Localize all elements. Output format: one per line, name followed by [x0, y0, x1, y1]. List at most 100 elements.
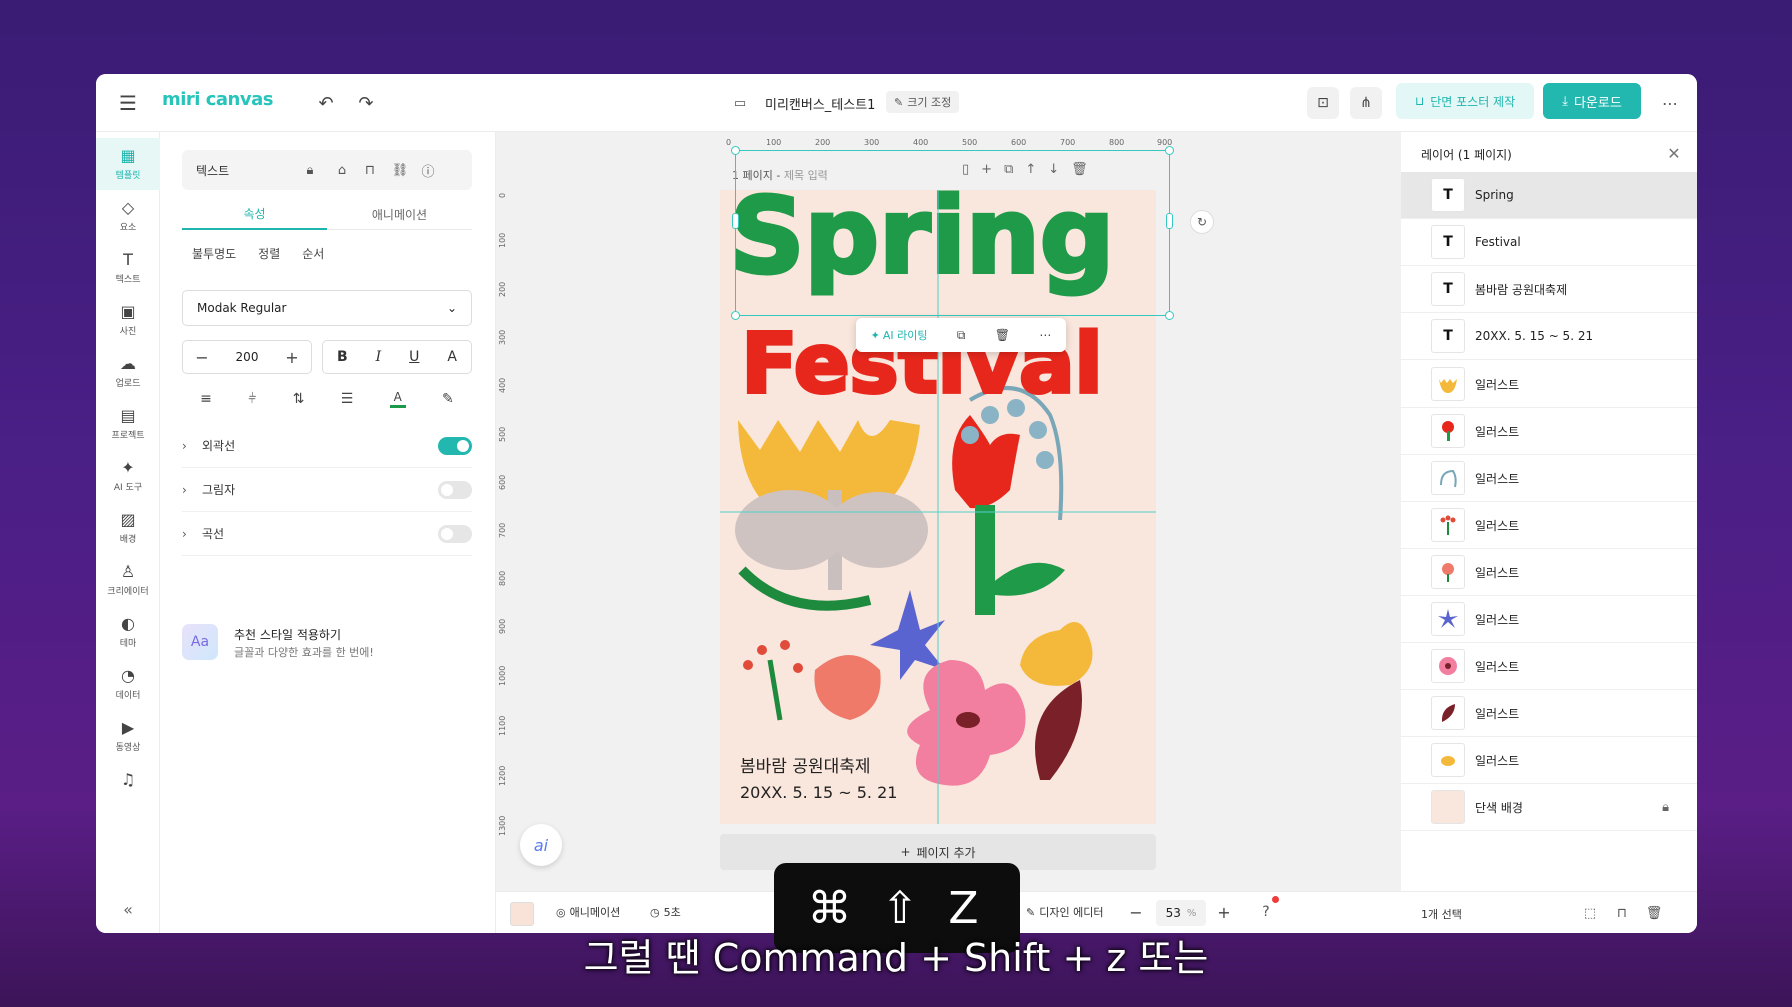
save-icon[interactable]: ⊡ — [1307, 87, 1339, 119]
animation-button[interactable]: ◎ 애니메이션 — [556, 904, 620, 920]
sidebar-item-background[interactable]: ▨ 배경 — [96, 502, 160, 554]
move-down-icon[interactable]: ↓ — [1048, 162, 1059, 177]
zoom-out-icon[interactable]: − — [1124, 900, 1148, 924]
unlock-icon[interactable]: ⊓ — [360, 160, 380, 180]
help-icon[interactable]: ? — [1254, 900, 1278, 924]
option-shadow[interactable]: › 그림자 — [182, 468, 472, 512]
subtab-order[interactable]: 순서 — [302, 245, 324, 262]
layer-item[interactable]: 일러스트 — [1401, 690, 1697, 737]
subtab-opacity[interactable]: 불투명도 — [192, 245, 236, 262]
layer-item[interactable]: T Spring — [1401, 172, 1697, 219]
layer-item[interactable]: 일러스트 — [1401, 737, 1697, 784]
layer-item[interactable]: 일러스트 — [1401, 455, 1697, 502]
sidebar-item-ai-tool[interactable]: ✦ AI 도구 — [96, 450, 160, 502]
resize-handle[interactable] — [1166, 213, 1173, 229]
info-icon[interactable]: ⓘ — [418, 160, 438, 180]
sidebar-item-text[interactable]: T 텍스트 — [96, 242, 160, 294]
poster-page[interactable]: Spring Festival 봄바람 공원대축제 20XX. 5. 15 ~ … — [720, 190, 1156, 824]
text-effect-icon[interactable]: A — [447, 349, 457, 365]
paint-format-icon[interactable]: ⌂ — [332, 160, 352, 180]
background-color-swatch[interactable] — [510, 902, 534, 926]
lock-icon[interactable]: 🔒︎ — [300, 160, 320, 180]
close-icon[interactable]: ✕ — [1663, 142, 1685, 164]
undo-icon[interactable]: ↶ — [312, 89, 340, 117]
font-size-value[interactable]: 200 — [236, 350, 259, 364]
layer-item[interactable]: 일러스트 — [1401, 596, 1697, 643]
layer-item[interactable]: T Festival — [1401, 219, 1697, 266]
resize-handle[interactable] — [1165, 311, 1174, 320]
new-page-icon[interactable]: ▯ — [962, 162, 969, 177]
download-button[interactable]: ⤓ 다운로드 — [1543, 83, 1641, 119]
duplicate-icon[interactable]: ⧉ — [957, 328, 966, 343]
zoom-in-icon[interactable]: + — [1212, 900, 1236, 924]
collapse-sidebar-icon[interactable]: « — [116, 897, 140, 921]
layer-item[interactable]: 일러스트 — [1401, 643, 1697, 690]
page-label[interactable]: 1 페이지 - 제목 입력 — [732, 167, 828, 183]
text-color-icon[interactable]: A — [389, 390, 406, 408]
tab-animation[interactable]: 애니메이션 — [327, 198, 472, 230]
layer-item[interactable]: T 20XX. 5. 15 ~ 5. 21 — [1401, 313, 1697, 360]
more-icon[interactable]: ⋯ — [1039, 328, 1051, 342]
sidebar-item-creator[interactable]: ♙ 크리에이터 — [96, 554, 160, 606]
recommend-style-card[interactable]: Aa 추천 스타일 적용하기 글꼴과 다양한 효과를 한 번에! — [182, 618, 472, 668]
sidebar-item-photo[interactable]: ▣ 사진 — [96, 294, 160, 346]
bold-icon[interactable]: B — [337, 349, 348, 365]
sidebar-item-elements[interactable]: ◇ 요소 — [96, 190, 160, 242]
sidebar-item-upload[interactable]: ☁ 업로드 — [96, 346, 160, 398]
unlock-icon[interactable]: ⊓ — [1611, 902, 1633, 924]
line-height-icon[interactable]: ⇅ — [293, 391, 305, 407]
move-up-icon[interactable]: ↑ — [1025, 162, 1036, 177]
rotate-icon[interactable]: ↻ — [1190, 210, 1214, 234]
font-family-select[interactable]: Modak Regular ⌄ — [182, 290, 472, 326]
delete-page-icon[interactable]: 🗑︎ — [1071, 162, 1088, 177]
page-duration-button[interactable]: ◷ 5초 — [650, 904, 681, 920]
letter-spacing-icon[interactable]: ⫩ — [248, 391, 256, 407]
link-icon[interactable]: ⛓ — [390, 160, 410, 180]
design-editor-button[interactable]: ✎ 디자인 에디터 — [1026, 904, 1103, 920]
outline-toggle[interactable] — [438, 437, 472, 455]
sidebar-item-theme[interactable]: ◐ 테마 — [96, 606, 160, 658]
sidebar-item-project[interactable]: ▤ 프로젝트 — [96, 398, 160, 450]
redo-icon[interactable]: ↷ — [352, 89, 380, 117]
plus-icon[interactable]: + — [279, 348, 305, 367]
ai-writing-button[interactable]: ✦ AI 라이팅 — [871, 327, 928, 343]
tab-properties[interactable]: 속성 — [182, 198, 327, 230]
subtab-align[interactable]: 정렬 — [258, 245, 280, 262]
sidebar-item-data[interactable]: ◔ 데이터 — [96, 658, 160, 710]
sidebar-item-template[interactable]: ▦ 템플릿 — [96, 138, 160, 190]
page-title-input[interactable]: 제목 입력 — [784, 169, 828, 182]
shadow-toggle[interactable] — [438, 481, 472, 499]
curve-toggle[interactable] — [438, 525, 472, 543]
zoom-input[interactable]: 53% — [1156, 900, 1206, 926]
list-icon[interactable]: ☰ — [341, 391, 354, 407]
add-icon[interactable]: + — [981, 162, 992, 177]
minus-icon[interactable]: − — [189, 348, 215, 367]
layer-item[interactable]: 일러스트 — [1401, 408, 1697, 455]
sidebar-item-music[interactable]: ♫ — [96, 762, 160, 798]
italic-icon[interactable]: I — [376, 349, 382, 365]
lock-icon[interactable]: 🔒︎ — [1662, 800, 1669, 815]
highlight-pen-icon[interactable]: ✎ — [442, 391, 454, 407]
option-curve[interactable]: › 곡선 — [182, 512, 472, 556]
resize-button[interactable]: ✎ 크기 조정 — [886, 91, 960, 113]
folder-icon[interactable]: ▭ — [730, 93, 750, 113]
layer-item[interactable]: 일러스트 — [1401, 549, 1697, 596]
more-icon[interactable]: ⋯ — [1656, 89, 1684, 117]
layer-item[interactable]: 단색 배경 🔒︎ — [1401, 784, 1697, 831]
option-outline[interactable]: › 외곽선 — [182, 424, 472, 468]
share-icon[interactable]: ⋔ — [1350, 87, 1382, 119]
align-icon[interactable]: ≡ — [200, 391, 212, 407]
document-title[interactable]: 미리캔버스_테스트1 — [765, 94, 875, 113]
poster-print-button[interactable]: ⊔ 단면 포스터 제작 — [1396, 83, 1534, 119]
hamburger-menu-icon[interactable]: ☰ — [116, 91, 140, 115]
delete-icon[interactable]: 🗑︎ — [995, 328, 1010, 342]
logo[interactable]: miri canvas — [162, 89, 273, 110]
layer-item[interactable]: 일러스트 — [1401, 502, 1697, 549]
group-icon[interactable]: ⬚ — [1579, 902, 1601, 924]
layer-item[interactable]: 일러스트 — [1401, 361, 1697, 408]
sidebar-item-video[interactable]: ▶ 동영상 — [96, 710, 160, 762]
layer-item[interactable]: T 봄바람 공원대축제 — [1401, 266, 1697, 313]
delete-icon[interactable]: 🗑︎ — [1643, 902, 1665, 924]
duplicate-icon[interactable]: ⧉ — [1004, 162, 1013, 177]
ai-assistant-button[interactable]: ai — [520, 824, 562, 866]
